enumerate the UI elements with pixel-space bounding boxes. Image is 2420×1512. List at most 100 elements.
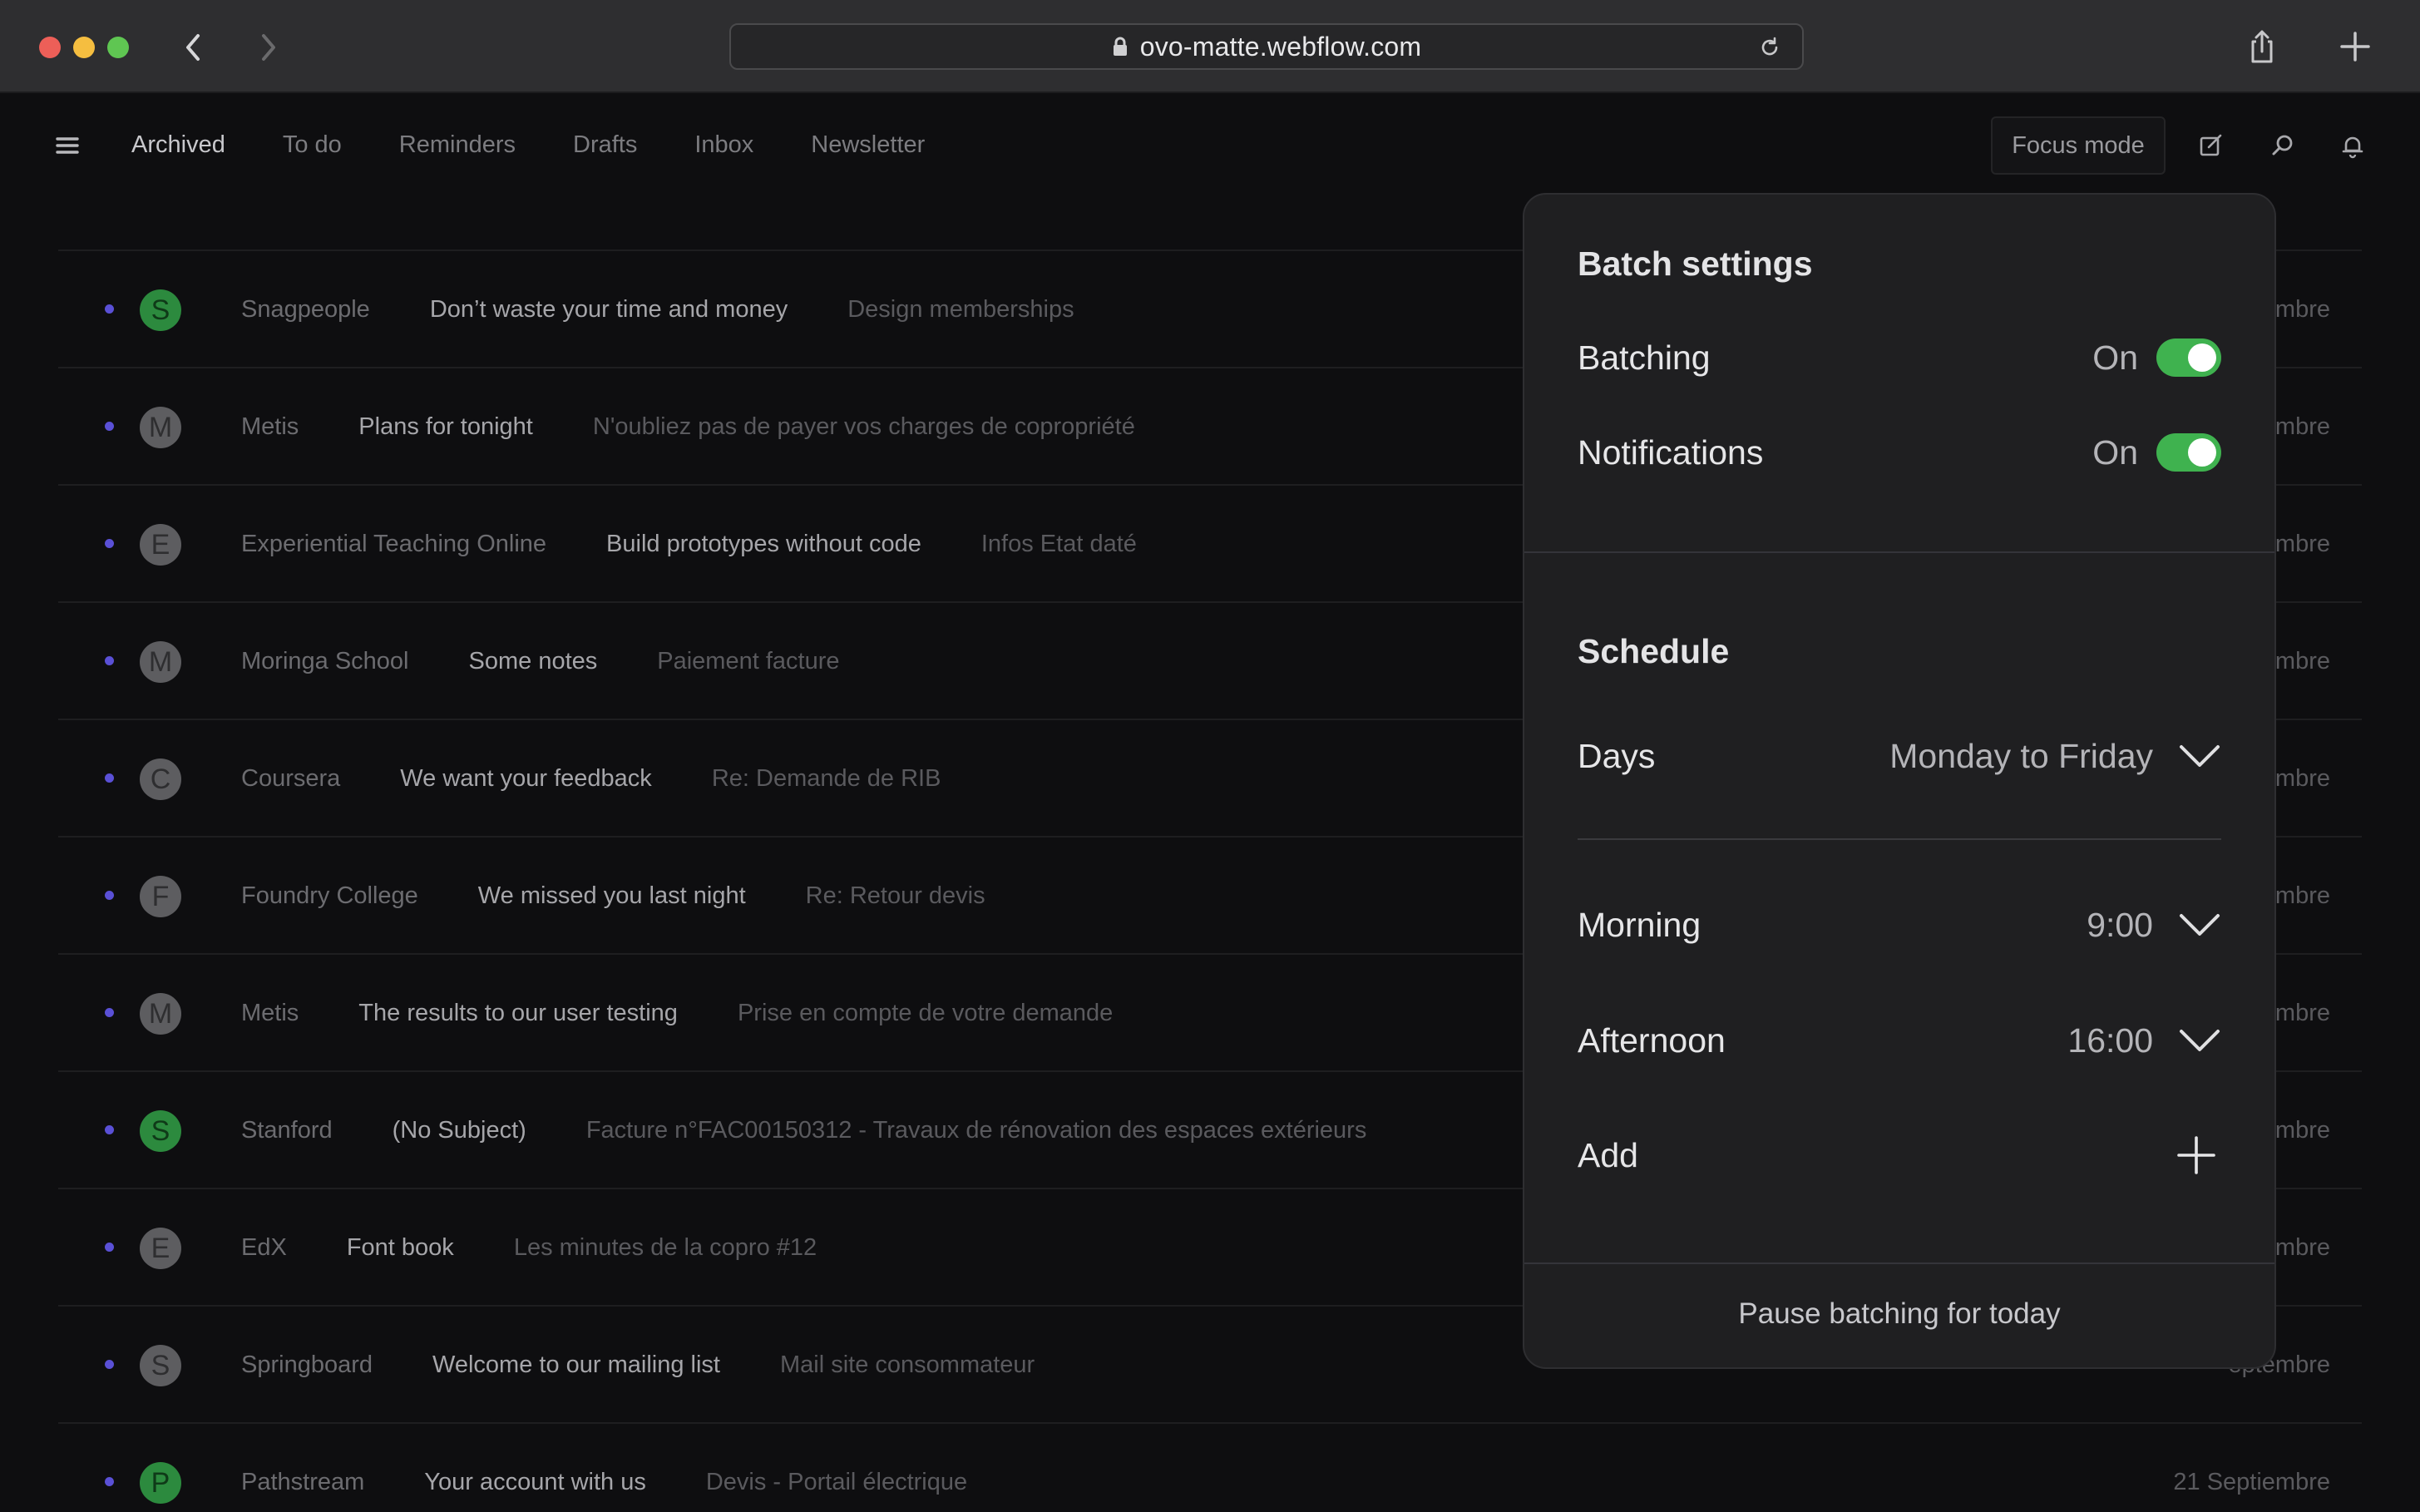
batching-label: Batching xyxy=(1578,338,1711,377)
unread-indicator xyxy=(105,773,114,783)
unread-indicator xyxy=(105,891,114,900)
avatar: C xyxy=(140,758,181,800)
morning-setting[interactable]: Morning 9:00 xyxy=(1578,896,2221,954)
morning-time: 9:00 xyxy=(2087,905,2153,944)
email-sender: Foundry College xyxy=(241,882,418,909)
share-icon[interactable] xyxy=(2244,28,2280,65)
avatar: F xyxy=(140,876,181,917)
app-header: Archived To do Reminders Drafts Inbox Ne… xyxy=(0,93,2420,191)
bell-icon[interactable] xyxy=(2339,131,2367,160)
toggle-knob xyxy=(2188,438,2216,467)
email-date: mbre xyxy=(2274,648,2330,674)
tab-newsletter[interactable]: Newsletter xyxy=(811,126,925,163)
add-time-row[interactable]: Add xyxy=(1578,1126,2221,1184)
morning-label: Morning xyxy=(1578,905,1701,944)
days-label: Days xyxy=(1578,736,1656,775)
email-sender: Moringa School xyxy=(241,648,409,674)
email-preview: Mail site consommateur xyxy=(779,1351,1035,1378)
hamburger-menu-icon[interactable] xyxy=(55,135,80,156)
reload-icon[interactable] xyxy=(1759,37,1780,58)
tab-reminders[interactable]: Reminders xyxy=(399,126,516,163)
email-sender: Snagpeople xyxy=(241,296,370,323)
avatar: E xyxy=(140,1228,181,1269)
unread-indicator xyxy=(105,1008,114,1017)
toggle-knob xyxy=(2188,343,2216,372)
focus-mode-button[interactable]: Focus mode xyxy=(1991,116,2166,175)
tab-to-do[interactable]: To do xyxy=(283,126,342,163)
batch-settings-panel: Batch settings Batching On Notifications… xyxy=(1523,193,2276,1369)
back-button[interactable] xyxy=(171,25,216,70)
plus-icon[interactable] xyxy=(2176,1135,2216,1175)
avatar: S xyxy=(140,1345,181,1386)
email-preview: Design memberships xyxy=(847,296,1074,323)
email-subject: Build prototypes without code xyxy=(606,531,921,557)
panel-title: Batch settings xyxy=(1578,245,1813,283)
section-divider xyxy=(1524,551,2274,553)
email-subject: We missed you last night xyxy=(477,882,746,909)
email-row[interactable]: P Pathstream Your account with us Devis … xyxy=(58,1424,2362,1512)
forward-button[interactable] xyxy=(245,25,290,70)
zoom-window-button[interactable] xyxy=(107,37,129,58)
tab-drafts[interactable]: Drafts xyxy=(573,126,637,163)
compose-icon[interactable] xyxy=(2197,131,2225,160)
schedule-title: Schedule xyxy=(1578,632,1730,670)
unread-indicator xyxy=(105,1243,114,1252)
avatar: M xyxy=(140,641,181,683)
avatar: M xyxy=(140,993,181,1035)
email-date: mbre xyxy=(2274,413,2330,440)
avatar: E xyxy=(140,524,181,566)
email-subject: We want your feedback xyxy=(400,765,652,792)
email-date: mbre xyxy=(2274,882,2330,909)
schedule-divider xyxy=(1578,838,2221,840)
email-sender: Metis xyxy=(241,413,299,440)
email-date: mbre xyxy=(2274,1234,2330,1261)
avatar: S xyxy=(140,289,181,331)
afternoon-label: Afternoon xyxy=(1578,1020,1726,1060)
close-window-button[interactable] xyxy=(39,37,61,58)
email-subject: Plans for tonight xyxy=(358,413,533,440)
email-sender: Springboard xyxy=(241,1351,373,1378)
days-value: Monday to Friday xyxy=(1889,736,2153,775)
address-bar[interactable]: ovo-matte.webflow.com xyxy=(729,23,1804,70)
email-preview: N'oubliez pas de payer vos charges de co… xyxy=(592,413,1135,440)
email-date: mbre xyxy=(2274,1000,2330,1026)
notifications-toggle[interactable] xyxy=(2156,433,2221,472)
tab-archived[interactable]: Archived xyxy=(131,126,225,163)
email-date: 21 Septiembre xyxy=(2173,1469,2330,1495)
email-preview: Facture n°FAC00150312 - Travaux de rénov… xyxy=(585,1117,1367,1144)
minimize-window-button[interactable] xyxy=(73,37,95,58)
afternoon-time: 16:00 xyxy=(2067,1020,2153,1060)
email-preview: Les minutes de la copro #12 xyxy=(513,1234,817,1261)
unread-indicator xyxy=(105,656,114,665)
unread-indicator xyxy=(105,1477,114,1486)
chevron-down-icon[interactable] xyxy=(2178,912,2221,937)
email-sender: Experiential Teaching Online xyxy=(241,531,547,557)
unread-indicator xyxy=(105,539,114,548)
email-subject: Some notes xyxy=(468,648,598,674)
afternoon-setting[interactable]: Afternoon 16:00 xyxy=(1578,1011,2221,1070)
add-label: Add xyxy=(1578,1135,1638,1174)
unread-indicator xyxy=(105,422,114,431)
email-date: mbre xyxy=(2274,765,2330,792)
email-preview: Infos Etat daté xyxy=(980,531,1137,557)
batching-status: On xyxy=(2092,338,2138,377)
email-preview: Paiement facture xyxy=(657,648,840,674)
search-icon[interactable] xyxy=(2269,131,2297,160)
new-tab-icon[interactable] xyxy=(2335,27,2375,67)
days-setting[interactable]: Days Monday to Friday xyxy=(1578,727,2221,785)
tab-inbox[interactable]: Inbox xyxy=(694,126,753,163)
batching-toggle[interactable] xyxy=(2156,338,2221,377)
notifications-status: On xyxy=(2092,432,2138,472)
mailbox-tabs: Archived To do Reminders Drafts Inbox Ne… xyxy=(131,126,982,163)
avatar: M xyxy=(140,407,181,448)
url-text: ovo-matte.webflow.com xyxy=(1139,31,1422,62)
chevron-down-icon[interactable] xyxy=(2178,744,2221,768)
pause-batching-button[interactable]: Pause batching for today xyxy=(1524,1261,2274,1367)
chevron-down-icon[interactable] xyxy=(2178,1028,2221,1053)
unread-indicator xyxy=(105,304,114,314)
chevron-right-icon xyxy=(262,34,275,61)
email-preview: Devis - Portail électrique xyxy=(705,1469,968,1495)
email-subject: Font book xyxy=(346,1234,454,1261)
chevron-left-icon xyxy=(186,34,200,61)
email-sender: Stanford xyxy=(241,1117,333,1144)
